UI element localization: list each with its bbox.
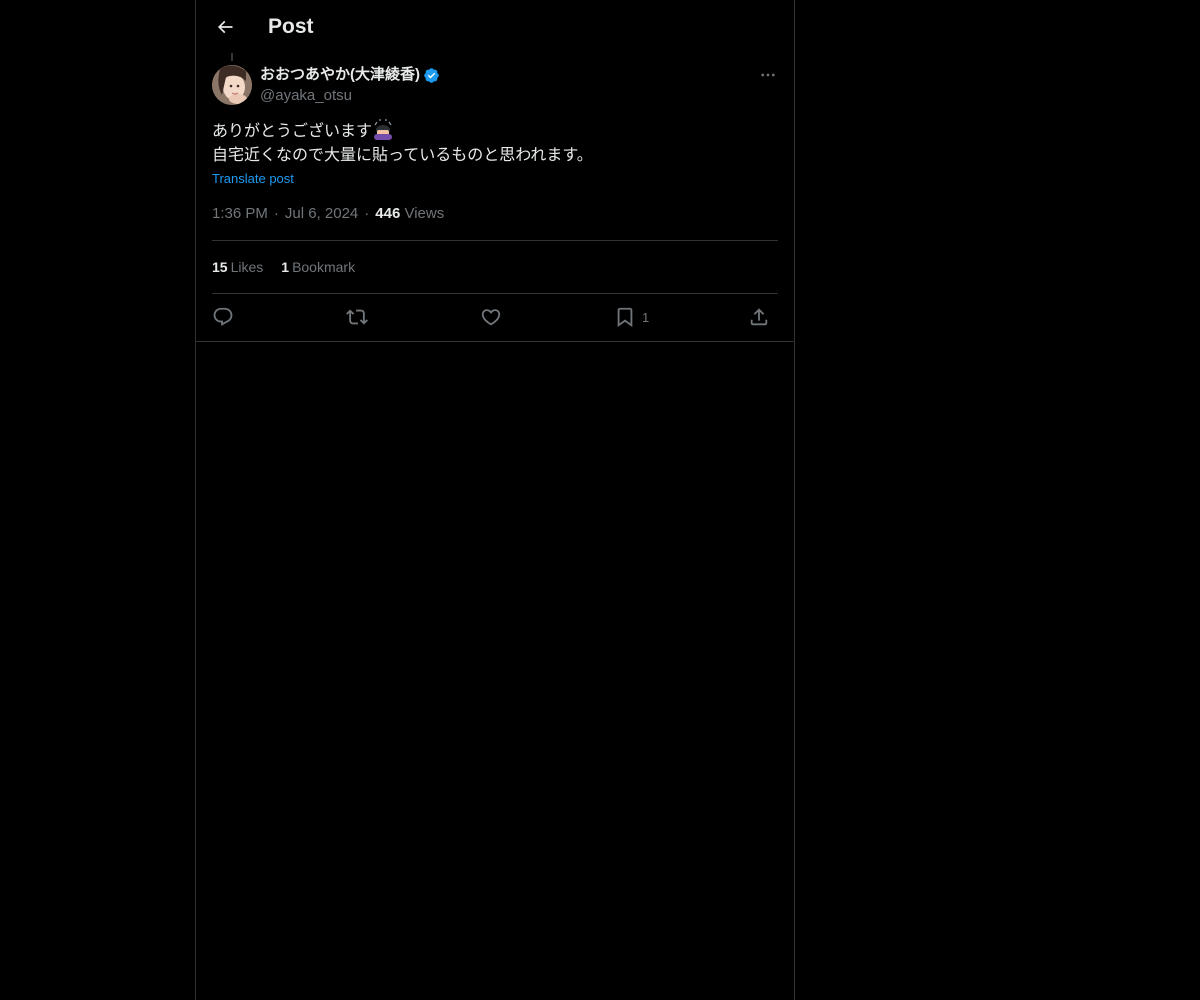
page-header: Post [196, 0, 794, 53]
thread-connector-line [231, 53, 233, 61]
avatar[interactable] [212, 65, 252, 105]
post-date[interactable]: Jul 6, 2024 [285, 205, 358, 222]
post-author: おおつあやか(大津綾香) @ayaka_otsu [260, 64, 440, 106]
post-stats: 15 Likes 1 Bookmark [212, 257, 373, 277]
post-time[interactable]: 1:36 PM [212, 205, 268, 222]
share-button[interactable] [748, 304, 770, 330]
primary-column: Post おおつあやか(大津綾香) @ayaka_otsu ありがとうございます… [195, 0, 795, 1000]
post-text-line-1: ありがとうございます [212, 123, 373, 140]
post-text-line-2: 自宅近くなので大量に貼っているものと思われます。 [212, 147, 593, 164]
views-label: Views [404, 205, 445, 222]
likes-label: Likes [230, 259, 264, 275]
bookmark-icon [617, 307, 633, 328]
reply-icon [213, 307, 233, 326]
translate-post-link[interactable]: Translate post [212, 170, 294, 188]
likes-stat[interactable]: 15 Likes [212, 259, 263, 275]
bookmarks-count: 1 [281, 259, 290, 275]
post-meta: 1:36 PM · Jul 6, 2024 · 446 Views [212, 204, 444, 224]
page-title: Post [268, 15, 314, 38]
bookmarks-stat[interactable]: 1 Bookmark [281, 259, 355, 275]
divider [212, 240, 778, 241]
likes-count: 15 [212, 259, 228, 275]
more-options-button[interactable] [756, 64, 780, 86]
arrow-left-icon [217, 20, 233, 34]
views-count: 446 [375, 205, 401, 222]
reply-button[interactable] [212, 304, 234, 330]
repost-icon [346, 309, 368, 325]
bookmark-action-count: 1 [642, 309, 650, 325]
bookmark-button[interactable]: 1 [614, 304, 649, 330]
author-handle[interactable]: @ayaka_otsu [260, 86, 440, 106]
author-display-name[interactable]: おおつあやか(大津綾香) [260, 64, 420, 86]
meta-separator: · [273, 205, 279, 222]
avatar-image [212, 65, 252, 105]
meta-separator: · [364, 205, 370, 222]
person-bowing-emoji [372, 118, 394, 140]
share-icon [750, 308, 768, 326]
repost-button[interactable] [346, 304, 368, 330]
divider [212, 293, 778, 294]
back-button[interactable] [208, 10, 242, 44]
post-bottom-border [196, 341, 794, 342]
post-text: ありがとうございます 自宅近くなので大量に貼っているものと思われます。 [212, 118, 778, 168]
like-button[interactable] [480, 304, 502, 330]
bookmarks-label: Bookmark [292, 259, 356, 275]
heart-icon [481, 309, 501, 326]
post-actions: 1 [212, 302, 778, 332]
more-icon [761, 73, 775, 77]
verified-badge-icon[interactable] [423, 67, 440, 84]
